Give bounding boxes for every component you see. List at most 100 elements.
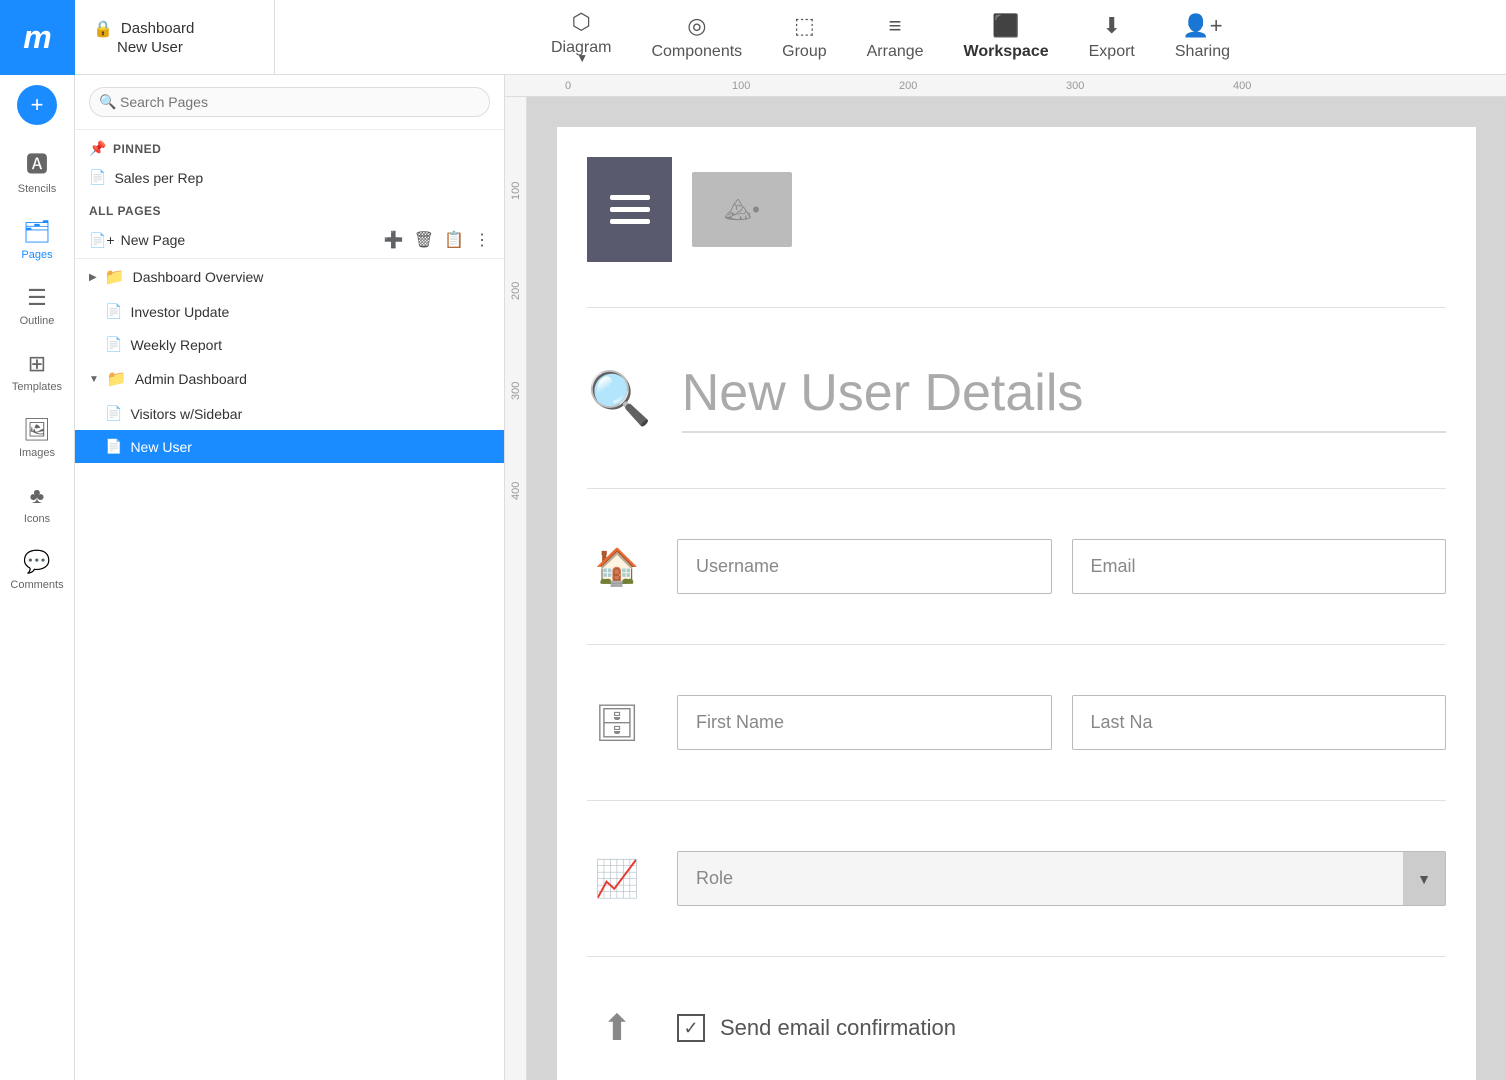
more-options-icon[interactable]: ⋮ (474, 230, 490, 250)
page-investor-update[interactable]: 📄 Investor Update (75, 295, 504, 328)
diagram-button[interactable]: ⬡ Diagram ▼ (531, 1, 631, 73)
new-page-button[interactable]: 📄+ New Page (89, 232, 376, 249)
images-label: Images (19, 447, 55, 459)
arrange-button[interactable]: ≡ Arrange (847, 5, 944, 69)
delete-page-icon[interactable]: 🗑 (414, 230, 434, 250)
sidebar-item-comments[interactable]: 💬 Comments (0, 537, 74, 603)
sharing-button[interactable]: 👤+ Sharing (1155, 5, 1250, 69)
wf-upload-icon: ⬆ (587, 1007, 647, 1049)
sidebar-item-templates[interactable]: ⊞ Templates (0, 339, 74, 405)
expand-chevron: ▶ (89, 272, 97, 283)
row-divider-3 (587, 956, 1446, 957)
page-icon: 📄 (105, 405, 122, 422)
sidebar-item-stencils[interactable]: 🅰 Stencils (0, 135, 74, 207)
ruler-mark-0: 0 (565, 80, 732, 92)
canvas-page: 🏔• 🔍 New User Details 🏠 (557, 127, 1476, 1080)
sharing-icon: 👤+ (1182, 13, 1222, 39)
export-button[interactable]: ⬇ Export (1069, 5, 1155, 69)
sidebar-item-icons[interactable]: ♣ Icons (0, 471, 74, 537)
sidebar-item-outline[interactable]: ☰ Outline (0, 273, 74, 339)
pinned-page-sales[interactable]: 📄 Sales per Rep (75, 161, 504, 194)
page-admin-dashboard[interactable]: ▼ 📁 Admin Dashboard (75, 361, 504, 397)
canvas-area: 0 100 200 300 400 100 200 300 400 (505, 75, 1506, 1080)
topbar: m 🔒 Dashboard New User ⬡ Diagram ▼ ◎ Com… (0, 0, 1506, 75)
wf-role-row: 📈 Role ▼ (587, 836, 1446, 921)
wf-checkbox[interactable]: ✓ (677, 1014, 705, 1042)
templates-label: Templates (12, 381, 62, 393)
wf-menu-line-2 (610, 207, 650, 212)
wf-role-select[interactable]: Role ▼ (677, 851, 1446, 906)
page-dashboard-overview[interactable]: ▶ 📁 Dashboard Overview (75, 259, 504, 295)
wf-role-fields: Role ▼ (677, 851, 1446, 906)
wf-email-confirm: ✓ Send email confirmation (677, 1014, 956, 1042)
document-title-area: 🔒 Dashboard New User (75, 0, 275, 74)
search-input[interactable] (89, 87, 490, 117)
wf-firstname-field[interactable]: First Name (677, 695, 1052, 750)
add-page-icon[interactable]: ➕ (384, 230, 404, 250)
wf-menu-line-1 (610, 195, 650, 200)
sidebar-item-images[interactable]: 🖼 Images (0, 405, 74, 471)
ruler-mark-200: 200 (899, 80, 1066, 92)
pages-label: Pages (21, 249, 52, 261)
diagram-icon: ⬡ (572, 9, 591, 35)
add-button[interactable]: + (17, 85, 57, 125)
app-logo[interactable]: m (0, 0, 75, 75)
templates-icon: ⊞ (28, 351, 46, 377)
page-icon: 📄 (89, 169, 106, 186)
page-toolbar-icons: ➕ 🗑 📋 ⋮ (384, 230, 490, 250)
wf-name-fields-2: First Name Last Na (677, 695, 1446, 750)
workspace-button[interactable]: ⬛ Workspace (944, 5, 1069, 69)
folder-icon: 📁 (105, 267, 125, 287)
arrange-icon: ≡ (889, 13, 902, 39)
page-visitors-sidebar[interactable]: 📄 Visitors w/Sidebar (75, 397, 504, 430)
page-icon: 📄 (105, 336, 122, 353)
components-icon: ◎ (687, 13, 706, 39)
comments-icon: 💬 (23, 549, 50, 575)
search-bar: 🔍 (75, 75, 504, 130)
page-name: Investor Update (130, 304, 229, 320)
ruler-mark-300: 300 (1066, 80, 1233, 92)
page-icon: 📄 (105, 303, 122, 320)
page-weekly-report[interactable]: 📄 Weekly Report (75, 328, 504, 361)
icons-icon: ♣ (30, 483, 44, 509)
ruler-mark-100: 100 (732, 80, 899, 92)
row-divider-1 (587, 644, 1446, 645)
wf-email-field[interactable]: Email (1072, 539, 1447, 594)
duplicate-page-icon[interactable]: 📋 (444, 230, 464, 250)
pinned-section-header: 📌 PINNED (75, 130, 504, 161)
icon-sidebar: + 🅰 Stencils 🗂 Pages ☰ Outline ⊞ Templat… (0, 75, 75, 1080)
group-icon: ⬚ (794, 13, 815, 39)
pages-panel: 🔍 📌 PINNED 📄 Sales per Rep ALL PAGES 📄+ … (75, 75, 505, 1080)
comments-label: Comments (10, 579, 63, 591)
wf-role-text: Role (678, 852, 1403, 905)
doc-title: Dashboard (121, 20, 194, 37)
workspace-icon: ⬛ (992, 13, 1019, 39)
wf-lastname-field[interactable]: Last Na (1072, 695, 1447, 750)
all-pages-header: ALL PAGES (75, 194, 504, 222)
ruler-left: 100 200 300 400 (505, 97, 527, 1080)
diagram-dropdown-arrow: ▼ (576, 51, 588, 65)
search-icon: 🔍 (99, 94, 116, 111)
stencils-label: Stencils (18, 183, 57, 195)
page-new-user[interactable]: 📄 New User (75, 430, 504, 463)
wf-menu-block (587, 157, 672, 262)
ruler-top: 0 100 200 300 400 (505, 75, 1506, 97)
image-icon: 🏔• (724, 197, 760, 223)
folder-icon: 📁 (107, 369, 127, 389)
wf-username-field[interactable]: Username (677, 539, 1052, 594)
outline-label: Outline (20, 315, 55, 327)
sidebar-item-pages[interactable]: 🗂 Pages (0, 207, 74, 273)
wireframe: 🏔• 🔍 New User Details 🏠 (587, 157, 1446, 1064)
images-icon: 🖼 (23, 417, 51, 443)
wf-header: 🏔• (587, 157, 1446, 262)
wf-image-placeholder: 🏔• (692, 172, 792, 247)
new-page-label: New Page (121, 232, 186, 248)
pages-icon: 🗂 (23, 219, 51, 245)
canvas-main[interactable]: 🏔• 🔍 New User Details 🏠 (527, 97, 1506, 1080)
page-name: New User (130, 439, 191, 455)
wf-search-icon: 🔍 (587, 368, 652, 429)
workspace-label: Workspace (964, 43, 1049, 61)
page-name: Dashboard Overview (133, 269, 264, 285)
components-button[interactable]: ◎ Components (631, 5, 762, 69)
group-button[interactable]: ⬚ Group (762, 5, 846, 69)
